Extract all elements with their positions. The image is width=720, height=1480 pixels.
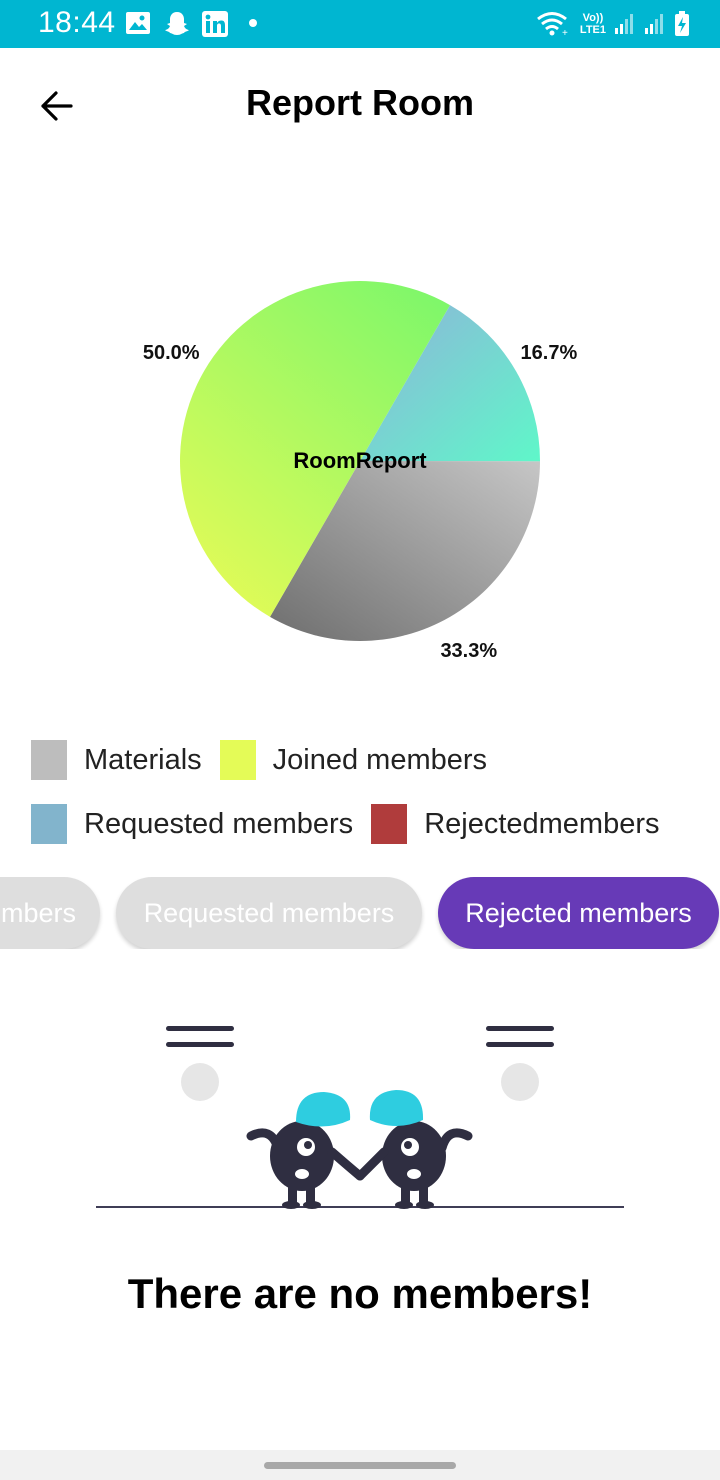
legend-swatch — [219, 740, 256, 780]
legend-item-requested-members: Requested members — [31, 804, 353, 844]
legend-swatch — [31, 740, 67, 780]
legend-row: Materials Joined members — [31, 740, 711, 780]
member-filter-chips: mbers Requested members Rejected members — [0, 877, 720, 949]
legend-label: Materials — [84, 743, 202, 776]
volte-label: Vo)) — [582, 12, 604, 24]
page-title: Report Room — [246, 82, 474, 123]
status-right: + Vo)) LTE1 — [536, 8, 690, 40]
status-time: 18:44 — [38, 6, 116, 39]
image-icon — [126, 12, 150, 34]
legend-row: Requested members Rejectedmembers — [31, 804, 711, 844]
legend-label: Requested members — [84, 807, 354, 840]
pie-percent-label: 16.7% — [521, 342, 578, 364]
battery-charging-icon — [675, 11, 689, 36]
pie-percent-label: 33.3% — [440, 640, 497, 662]
pie-chart: 16.7% 33.3% 50.0% RoomReport — [143, 281, 578, 662]
svg-text:+: + — [562, 28, 568, 37]
legend-item-materials: Materials — [31, 740, 202, 780]
chip-joined-members[interactable]: mbers — [0, 877, 100, 949]
pie-center-label: RoomReport — [293, 448, 427, 473]
legend-label: Rejectedmembers — [424, 807, 660, 840]
dot-icon — [249, 19, 257, 27]
legend-item-rejected-members: Rejectedmembers — [371, 804, 660, 844]
chart-legend: Materials Joined members Requested membe… — [31, 740, 711, 868]
legend-swatch — [31, 804, 67, 844]
system-nav-bar — [0, 1450, 720, 1480]
chip-requested-members[interactable]: Requested members — [116, 877, 422, 949]
snapchat-icon — [165, 12, 189, 35]
chip-rejected-members[interactable]: Rejected members — [438, 877, 719, 949]
linkedin-icon — [202, 11, 228, 37]
wifi-icon: + — [536, 12, 568, 37]
legend-item-joined-members: Joined members — [219, 740, 488, 780]
legend-swatch — [371, 804, 408, 844]
pie-percent-label: 50.0% — [143, 342, 200, 364]
home-handle[interactable] — [264, 1462, 456, 1469]
empty-state-message: There are no members! — [127, 1270, 593, 1317]
signal-icon — [645, 14, 663, 34]
signal-icon — [615, 14, 633, 34]
legend-label: Joined members — [272, 743, 488, 776]
two-characters-holding-hands-illustration — [96, 1026, 624, 1209]
lte-label: LTE1 — [579, 24, 606, 36]
network-type-label: Vo)) LTE1 — [580, 12, 606, 36]
status-bar: 18:44 + Vo)) LTE1 — [0, 0, 720, 48]
